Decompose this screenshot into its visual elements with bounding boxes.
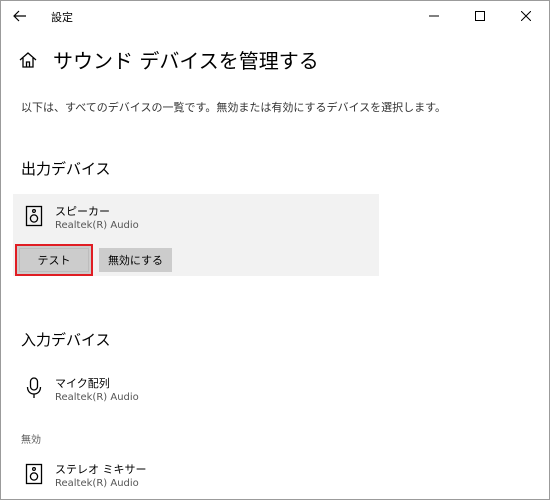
maximize-icon [475,11,485,21]
input-devices-heading: 入力デバイス [21,331,111,349]
back-button[interactable] [7,4,33,28]
maximize-button[interactable] [457,1,503,31]
title-bar: 設定 [1,1,549,31]
page-title: サウンド デバイスを管理する [53,49,319,73]
output-devices-heading: 出力デバイス [21,160,111,178]
stereo-mixer-device-name: ステレオ ミキサー [55,463,147,476]
speaker-device-name: スピーカー [55,205,110,218]
stereo-mixer-device-driver: Realtek(R) Audio [55,478,139,489]
test-button-highlight: テスト [15,244,93,276]
back-arrow-icon [13,10,26,22]
speaker-icon [25,463,43,485]
microphone-device[interactable]: マイク配列 Realtek(R) Audio [25,375,325,411]
speaker-device[interactable]: スピーカー Realtek(R) Audio [25,203,325,239]
home-button[interactable] [17,49,39,71]
page-description: 以下は、すべてのデバイスの一覧です。無効または有効にするデバイスを選択します。 [21,101,447,114]
disable-button[interactable]: 無効にする [99,248,172,272]
microphone-icon [26,377,42,398]
disabled-devices-label: 無効 [21,435,41,446]
close-button[interactable] [503,1,549,31]
minimize-icon [429,15,439,17]
microphone-device-name: マイク配列 [55,377,110,390]
stereo-mixer-device[interactable]: ステレオ ミキサー Realtek(R) Audio [25,461,325,497]
test-button[interactable]: テスト [19,248,89,272]
close-icon [521,11,531,21]
speaker-icon [25,205,43,227]
window-title: 設定 [51,11,73,24]
settings-window: 設定 サウンド デバイスを管理する 以下は、すべてのデバイスの一覧です。無効また… [0,0,550,500]
speaker-device-driver: Realtek(R) Audio [55,220,139,231]
microphone-device-driver: Realtek(R) Audio [55,392,139,403]
minimize-button[interactable] [411,1,457,31]
home-icon [19,52,37,68]
